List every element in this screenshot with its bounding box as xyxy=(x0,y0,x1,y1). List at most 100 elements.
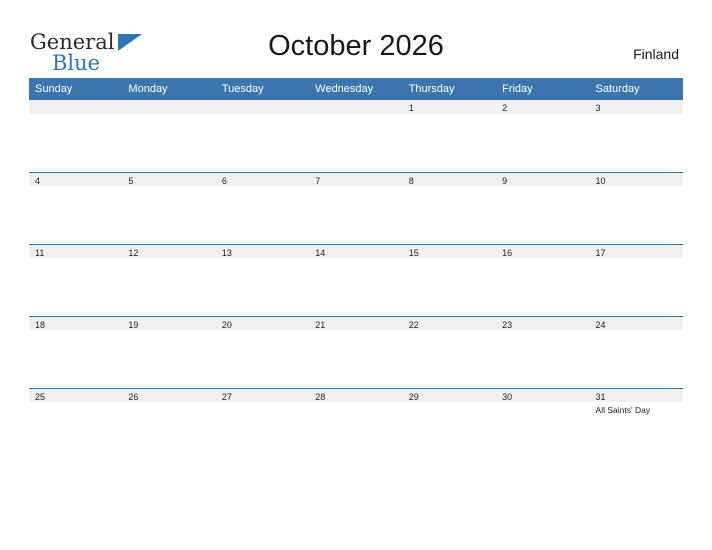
day-event xyxy=(403,186,496,189)
calendar-table: Sunday Monday Tuesday Wednesday Thursday… xyxy=(29,78,683,460)
day-event xyxy=(29,186,122,189)
day-number: 9 xyxy=(496,172,590,186)
calendar-day-cell[interactable]: 12 xyxy=(122,244,216,316)
weekday-header-sunday: Sunday xyxy=(29,78,123,100)
calendar-day-cell[interactable]: 3 xyxy=(589,100,683,172)
day-number: 2 xyxy=(496,100,590,114)
day-number: 27 xyxy=(215,388,310,402)
day-event xyxy=(122,186,215,189)
calendar-day-cell[interactable]: 8 xyxy=(402,172,497,244)
calendar-day-cell[interactable]: 27 xyxy=(215,388,310,460)
weekday-header-saturday: Saturday xyxy=(589,78,683,100)
day-number: 5 xyxy=(122,172,216,186)
country-label: Finland xyxy=(633,46,679,62)
calendar-day-cell[interactable]: 19 xyxy=(122,316,216,388)
calendar-day-cell[interactable]: 24 xyxy=(589,316,683,388)
day-number: 28 xyxy=(309,388,403,402)
calendar-day-cell[interactable]: 13 xyxy=(215,244,310,316)
weekday-header-friday: Friday xyxy=(496,78,590,100)
calendar-day-cell[interactable]: 15 xyxy=(402,244,497,316)
calendar-day-cell[interactable]: 11 xyxy=(29,244,123,316)
calendar-day-cell[interactable] xyxy=(29,100,123,172)
day-number: 6 xyxy=(215,172,310,186)
day-number: 29 xyxy=(402,388,497,402)
calendar-day-cell[interactable]: 28 xyxy=(309,388,403,460)
calendar-day-cell[interactable]: 17 xyxy=(589,244,683,316)
page-header: General Blue October 2026 Finland xyxy=(0,0,712,78)
calendar-day-cell[interactable]: 4 xyxy=(29,172,123,244)
day-event xyxy=(309,186,402,189)
calendar-week-row: 4 5 6 7 8 9 10 xyxy=(29,172,683,244)
calendar-day-cell[interactable]: 6 xyxy=(215,172,310,244)
day-number: 25 xyxy=(29,388,123,402)
day-event xyxy=(216,186,309,189)
day-number: 8 xyxy=(402,172,497,186)
calendar-day-cell[interactable]: 10 xyxy=(589,172,683,244)
day-number xyxy=(122,100,216,114)
day-event xyxy=(309,114,402,117)
day-number: 31 xyxy=(589,388,683,402)
calendar-day-cell[interactable]: 25 xyxy=(29,388,123,460)
calendar-day-cell[interactable]: 1 xyxy=(402,100,497,172)
day-number xyxy=(309,100,403,114)
calendar-day-cell[interactable]: 22 xyxy=(402,316,497,388)
day-number xyxy=(29,100,123,114)
day-number: 16 xyxy=(496,244,590,258)
calendar-week-row: 18 19 20 21 22 23 24 xyxy=(29,316,683,388)
weekday-header-monday: Monday xyxy=(122,78,216,100)
day-number: 26 xyxy=(122,388,216,402)
day-event xyxy=(590,114,683,117)
day-number: 17 xyxy=(589,244,683,258)
day-number: 22 xyxy=(402,316,497,330)
day-event xyxy=(122,114,215,117)
calendar-day-cell[interactable]: 21 xyxy=(309,316,403,388)
day-number: 18 xyxy=(29,316,123,330)
day-number: 4 xyxy=(29,172,123,186)
day-number: 1 xyxy=(402,100,497,114)
calendar-day-cell[interactable]: 16 xyxy=(496,244,590,316)
calendar-day-cell[interactable] xyxy=(215,100,310,172)
calendar-day-cell[interactable]: 14 xyxy=(309,244,403,316)
calendar-day-cell[interactable]: 26 xyxy=(122,388,216,460)
day-number: 20 xyxy=(215,316,310,330)
day-event xyxy=(29,114,122,117)
day-number: 3 xyxy=(589,100,683,114)
calendar-week-row: 11 12 13 14 15 16 17 xyxy=(29,244,683,316)
day-number: 13 xyxy=(215,244,310,258)
day-number: 15 xyxy=(402,244,497,258)
calendar-day-cell[interactable] xyxy=(309,100,403,172)
calendar-week-row: 1 2 3 xyxy=(29,100,683,172)
weekday-header-thursday: Thursday xyxy=(402,78,497,100)
page-title: October 2026 xyxy=(268,30,444,62)
calendar-body: 1 2 3 4 5 6 7 8 9 10 11 12 13 14 15 16 1… xyxy=(29,100,683,460)
day-event xyxy=(216,114,309,117)
calendar-day-cell[interactable]: 7 xyxy=(309,172,403,244)
day-number: 10 xyxy=(589,172,683,186)
weekday-header-tuesday: Tuesday xyxy=(215,78,310,100)
calendar-day-cell[interactable]: 29 xyxy=(402,388,497,460)
day-number: 24 xyxy=(589,316,683,330)
calendar-day-cell[interactable]: 31 All Saints' Day xyxy=(589,388,683,460)
day-number: 12 xyxy=(122,244,216,258)
day-event xyxy=(403,114,496,117)
day-event: All Saints' Day xyxy=(595,405,651,415)
day-number xyxy=(215,100,310,114)
calendar-header-row: Sunday Monday Tuesday Wednesday Thursday… xyxy=(29,78,683,100)
day-number: 14 xyxy=(309,244,403,258)
calendar-day-cell[interactable]: 18 xyxy=(29,316,123,388)
calendar-day-cell[interactable]: 2 xyxy=(496,100,590,172)
calendar-day-cell[interactable]: 5 xyxy=(122,172,216,244)
calendar-day-cell[interactable]: 20 xyxy=(215,316,310,388)
calendar-day-cell[interactable]: 23 xyxy=(496,316,590,388)
calendar-day-cell[interactable]: 30 xyxy=(496,388,590,460)
day-number: 19 xyxy=(122,316,216,330)
day-number: 21 xyxy=(309,316,403,330)
calendar-day-cell[interactable] xyxy=(122,100,216,172)
calendar-day-cell[interactable]: 9 xyxy=(496,172,590,244)
day-event xyxy=(496,114,589,117)
day-number: 23 xyxy=(496,316,590,330)
day-number: 30 xyxy=(496,388,590,402)
calendar-week-row: 25 26 27 28 29 30 31 All Saints' Day xyxy=(29,388,683,460)
day-number: 11 xyxy=(29,244,123,258)
day-number: 7 xyxy=(309,172,403,186)
